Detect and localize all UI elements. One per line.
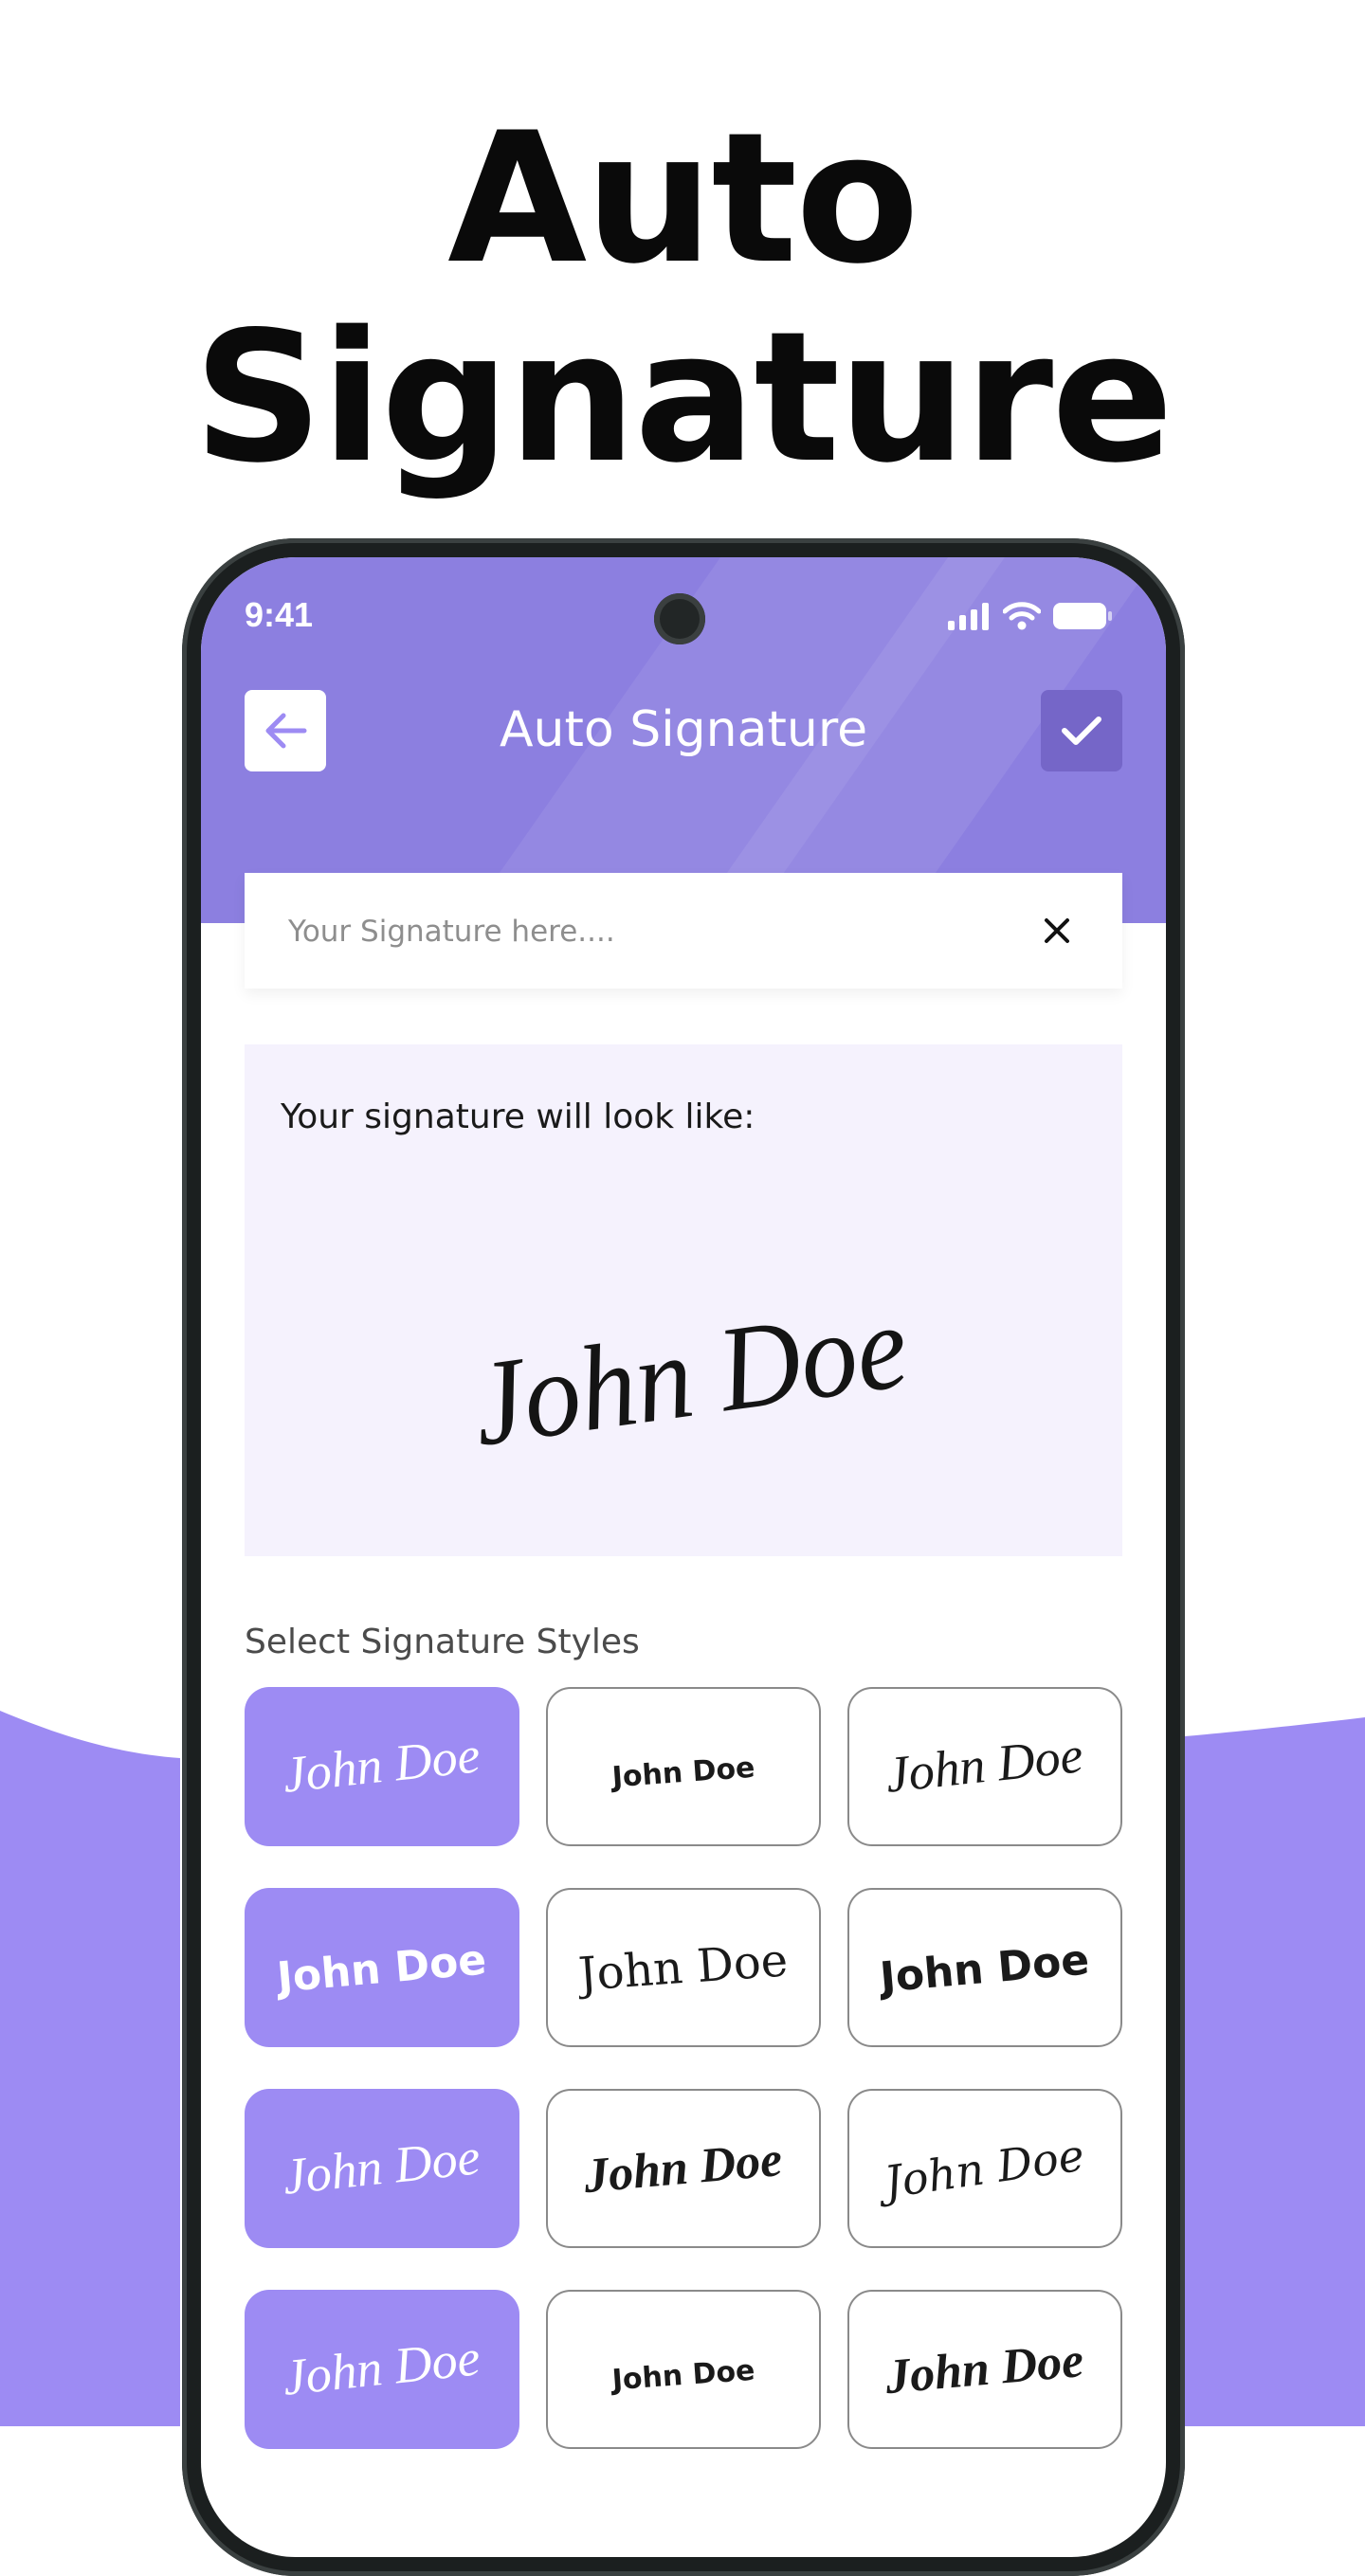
promo-title-line1: Auto (447, 94, 919, 303)
signature-style-tile[interactable]: John Doe (847, 1888, 1122, 2047)
signature-style-text: John Doe (280, 1726, 482, 1803)
signature-style-text: John Doe (881, 2130, 1087, 2209)
promo-title-line2: Signature (192, 293, 1174, 502)
signature-style-preview: John Doe (883, 1726, 1085, 1803)
signature-style-tile[interactable]: John Doe (546, 2290, 821, 2449)
signature-preview: Your signature will look like: John Doe (245, 1044, 1122, 1556)
signature-style-text: John Doe (610, 1751, 756, 1795)
signature-style-text: John Doe (280, 2128, 482, 2204)
signature-input[interactable] (286, 873, 992, 990)
status-icons (948, 599, 1113, 633)
signature-style-preview: John Doe (610, 1751, 756, 1795)
wifi-icon (1003, 602, 1041, 630)
signature-styles-grid: John Doe John Doe John Doe John Doe John Doe… (245, 1687, 1122, 2449)
signature-style-tile[interactable]: John Doe (847, 1687, 1122, 1846)
signature-style-preview: John Doe (280, 2329, 482, 2405)
signature-style-tile[interactable]: John Doe (245, 2089, 519, 2248)
signature-style-preview: John Doe (881, 1935, 1089, 2002)
signature-style-preview: John Doe (579, 1933, 788, 2002)
signature-style-text: John Doe (883, 1726, 1085, 1803)
screen-title: Auto Signature (499, 701, 868, 758)
signature-style-tile[interactable]: John Doe (546, 1888, 821, 2047)
app-header: 9:41 Auto Signature (201, 557, 1166, 923)
signature-style-preview: John Doe (883, 2333, 1086, 2404)
preview-signature: John Doe (472, 1278, 915, 1471)
clear-button[interactable] (1037, 911, 1077, 951)
signature-style-text: John Doe (881, 1935, 1089, 2002)
signature-style-preview: John Doe (881, 2130, 1087, 2209)
signature-style-text: John Doe (278, 1935, 486, 2002)
styles-title: Select Signature Styles (245, 1623, 640, 1661)
signature-style-text: John Doe (579, 1933, 788, 2002)
status-time: 9:41 (245, 595, 314, 634)
preview-label: Your signature will look like: (281, 1098, 755, 1136)
phone-frame: 9:41 Auto Signature Your Signature here.… (182, 538, 1185, 2576)
signature-style-tile[interactable]: John Doe (546, 2089, 821, 2248)
signature-style-preview: John Doe (610, 2354, 756, 2398)
camera-cutout (654, 593, 705, 644)
signature-style-tile[interactable]: John Doe (546, 1687, 821, 1846)
signature-style-text: John Doe (581, 2132, 785, 2204)
check-icon (1062, 717, 1101, 745)
done-button[interactable] (1041, 690, 1122, 771)
signature-style-tile[interactable]: John Doe (847, 2089, 1122, 2248)
signature-style-text: John Doe (610, 2354, 756, 2398)
signature-style-preview: John Doe (278, 1935, 486, 2002)
signature-style-preview: John Doe (581, 2132, 785, 2204)
close-icon (1045, 918, 1069, 943)
battery-icon (1053, 603, 1112, 629)
phone-screen: 9:41 Auto Signature Your Signature here.… (201, 557, 1166, 2557)
signature-style-tile[interactable]: John Doe (245, 2290, 519, 2449)
signature-style-preview: John Doe (280, 2128, 482, 2204)
signature-style-text: John Doe (883, 2333, 1086, 2404)
signature-input-card (245, 873, 1122, 990)
signature-style-text: John Doe (280, 2329, 482, 2405)
promo-title: Auto Signature (0, 100, 1365, 498)
signature-style-tile[interactable]: John Doe (245, 1888, 519, 2047)
signature-style-preview: John Doe (280, 1726, 482, 1803)
signature-style-tile[interactable]: John Doe (847, 2290, 1122, 2449)
preview-signature-text: John Doe (472, 1278, 915, 1471)
signature-style-tile[interactable]: John Doe (245, 1687, 519, 1846)
signal-icon (948, 603, 989, 630)
